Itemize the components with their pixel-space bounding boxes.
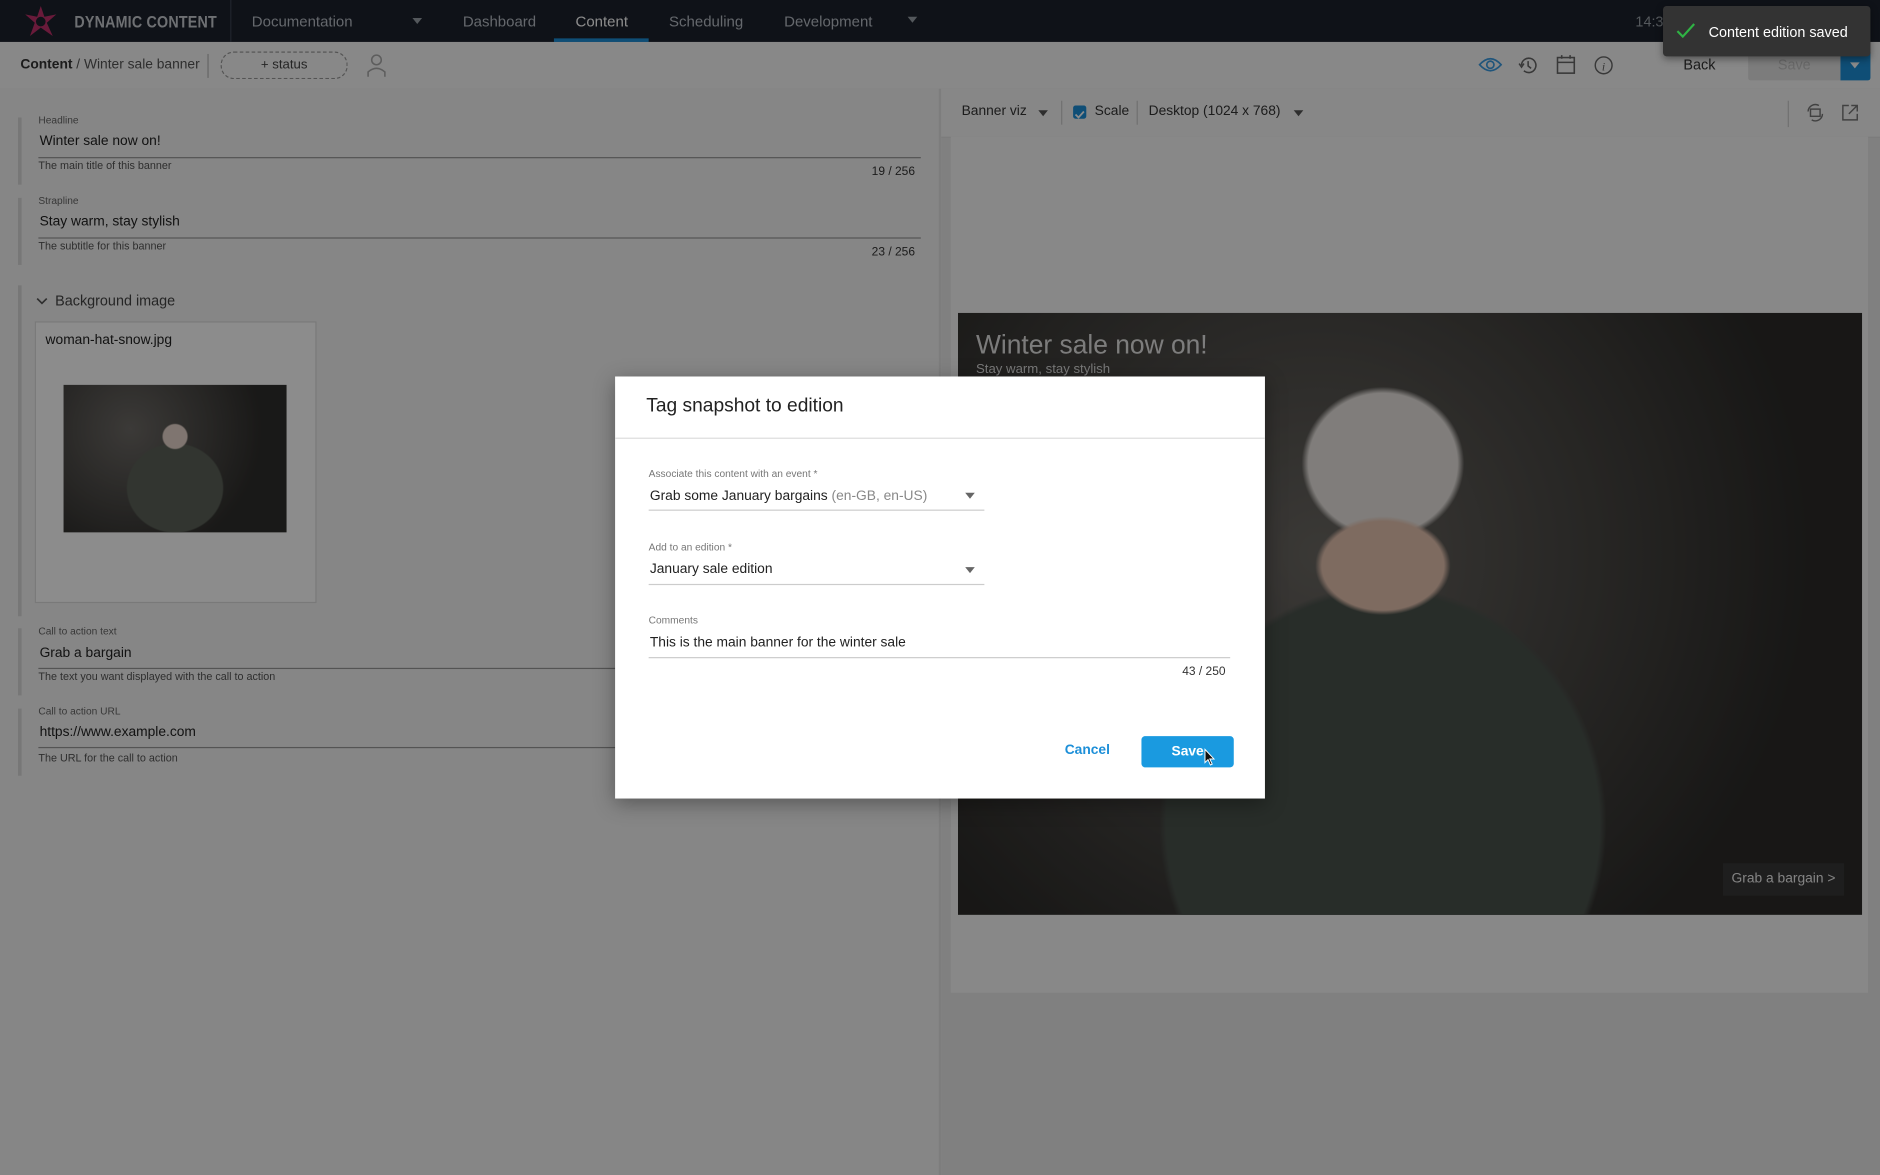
toast-message: Content edition saved [1708, 23, 1848, 41]
cancel-button[interactable]: Cancel [1065, 743, 1110, 757]
event-label: Associate this content with an event * [648, 467, 818, 480]
success-toast: Content edition saved [1663, 5, 1871, 57]
edition-select[interactable]: January sale edition [650, 562, 773, 576]
comments-counter: 43 / 250 [1182, 665, 1226, 679]
dialog-title: Tag snapshot to edition [646, 395, 844, 417]
edition-label: Add to an edition * [648, 540, 732, 553]
cursor-icon [1204, 748, 1216, 766]
input-underline [648, 657, 1231, 659]
select-underline [648, 509, 985, 511]
comments-label: Comments [648, 613, 698, 626]
event-locales: (en-GB, en-US) [831, 489, 928, 504]
select-underline [648, 583, 985, 586]
chevron-down-icon[interactable] [965, 492, 975, 499]
dialog-save-button[interactable]: Save [1141, 736, 1234, 768]
comments-input[interactable]: This is the main banner for the winter s… [650, 635, 906, 649]
chevron-down-icon[interactable] [965, 567, 975, 574]
tag-snapshot-dialog: Tag snapshot to edition Associate this c… [615, 376, 1265, 799]
event-select[interactable]: Grab some January bargains (en-GB, en-US… [650, 489, 927, 503]
event-value: Grab some January bargains [649, 489, 828, 504]
divider [615, 437, 1265, 439]
check-icon [1676, 23, 1695, 39]
